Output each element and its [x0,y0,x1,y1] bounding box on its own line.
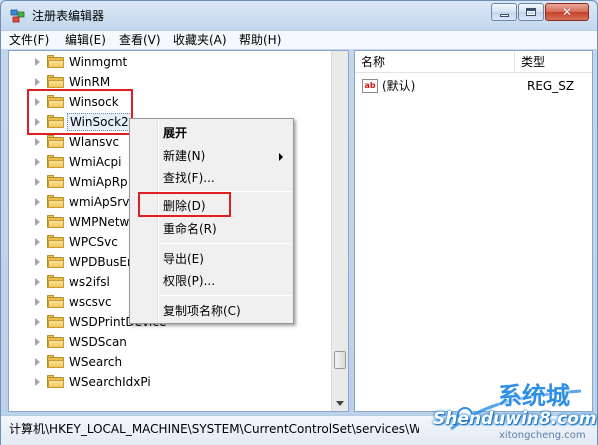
string-value-icon: ab [362,79,378,93]
value-name[interactable]: (默认) [382,78,415,94]
column-header-type[interactable]: 类型 [515,51,592,73]
folder-icon [47,275,64,288]
folder-icon [47,355,64,368]
folder-icon [47,135,64,148]
expand-arrow-icon[interactable] [35,278,40,286]
scrollbar-thumb[interactable] [334,351,346,369]
tree-item[interactable]: WSearch [9,352,339,372]
maximize-button[interactable] [518,3,544,21]
expand-arrow-icon[interactable] [35,358,40,366]
folder-icon [47,195,64,208]
menu-item-new[interactable]: 新建(N) [163,148,205,164]
expand-arrow-icon[interactable] [35,338,40,346]
highlight-box-delete [138,192,231,217]
minimize-icon [499,13,509,17]
watermark-brand: 系统城 [498,382,570,410]
title-bar[interactable]: 注册表编辑器 ✕ [1,1,597,30]
expand-arrow-icon[interactable] [35,378,40,386]
watermark-site: Shenduwin8.com [433,409,597,429]
tree-item-label: Winmgmt [69,55,128,69]
status-key-path: 计算机\HKEY_LOCAL_MACHINE\SYSTEM\CurrentCon… [9,422,419,436]
tree-item-label: WmiAcpi [69,155,122,169]
tree-item-label: WSearch [69,355,123,369]
tree-item[interactable]: Winmgmt [9,52,339,72]
folder-icon [47,155,64,168]
expand-arrow-icon[interactable] [35,238,40,246]
expand-arrow-icon[interactable] [35,158,40,166]
folder-icon [47,75,64,88]
menu-edit[interactable]: 编辑(E) [65,33,106,48]
menu-separator [160,243,291,244]
expand-arrow-icon[interactable] [35,58,40,66]
tree-item-label: WMPNetw [69,215,130,229]
folder-icon [47,175,64,188]
close-icon: ✕ [561,5,573,19]
tree-item-label: WPDBusEn [69,255,135,269]
tree-vertical-scrollbar[interactable] [331,51,348,411]
tree-item-label: WmiApRp [69,175,128,189]
submenu-arrow-icon [279,153,283,161]
tree-item-label: wmiApSrv [69,195,130,209]
scroll-down-arrow-icon[interactable] [336,401,344,406]
value-type: REG_SZ [527,79,575,93]
menu-favorites[interactable]: 收藏夹(A) [173,33,227,48]
registry-editor-icon [10,9,25,23]
tree-item-label: WPCSvc [69,235,118,249]
folder-icon [47,215,64,228]
menu-help[interactable]: 帮助(H) [239,33,281,48]
expand-arrow-icon[interactable] [35,218,40,226]
maximize-icon [526,8,536,16]
menu-item-rename[interactable]: 重命名(R) [163,221,217,237]
folder-icon [47,235,64,248]
expand-arrow-icon[interactable] [35,298,40,306]
window-title: 注册表编辑器 [32,9,105,23]
close-button[interactable]: ✕ [545,3,589,21]
folder-icon [47,315,64,328]
menu-item-export[interactable]: 导出(E) [163,251,204,267]
expand-arrow-icon[interactable] [35,198,40,206]
menu-separator [160,295,291,296]
menu-bar: 文件(F) 编辑(E) 查看(V) 收藏夹(A) 帮助(H) [1,30,597,49]
tree-item-label: WinRM [69,75,111,89]
folder-icon [47,295,64,308]
caption-buttons: ✕ [490,3,589,21]
expand-arrow-icon[interactable] [35,78,40,86]
values-list-pane[interactable]: 名称 类型 ab (默认) REG_SZ [354,50,593,412]
folder-icon [47,255,64,268]
tree-item-label: ws2ifsl [69,275,110,289]
tree-item[interactable]: WSDScan [9,332,339,352]
tree-item[interactable]: WSearchIdxPi [9,372,339,392]
expand-arrow-icon[interactable] [35,318,40,326]
tree-item-label: wscsvc [69,295,112,309]
menu-item-permissions[interactable]: 权限(P)... [163,273,215,289]
watermark-subsite: xitongcheng.com [499,430,586,441]
folder-icon [47,375,64,388]
menu-item-copy-key-name[interactable]: 复制项名称(C) [163,303,241,319]
menu-file[interactable]: 文件(F) [9,33,49,48]
column-header-name[interactable]: 名称 [355,51,515,73]
minimize-button[interactable] [491,3,517,21]
folder-icon [47,335,64,348]
tree-item-label: Wlansvc [69,135,120,149]
highlight-box-winsock-keys [27,89,133,135]
registry-editor-window: 注册表编辑器 ✕ 文件(F) 编辑(E) 查看(V) 收藏夹(A) 帮助(H) … [0,0,598,445]
context-menu: 展开 新建(N) 查找(F)... 删除(D) 重命名(R) 导出(E) 权限(… [129,118,294,324]
menu-item-find[interactable]: 查找(F)... [163,170,215,186]
folder-icon [47,55,64,68]
menu-view[interactable]: 查看(V) [119,33,161,48]
menu-item-expand[interactable]: 展开 [163,125,187,141]
tree-item-label: WSearchIdxPi [69,375,151,389]
expand-arrow-icon[interactable] [35,178,40,186]
expand-arrow-icon[interactable] [35,258,40,266]
tree-item-label: WSDScan [69,335,127,349]
expand-arrow-icon[interactable] [35,138,40,146]
